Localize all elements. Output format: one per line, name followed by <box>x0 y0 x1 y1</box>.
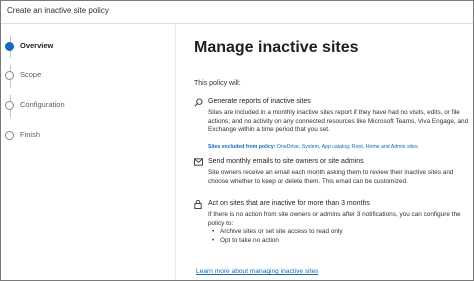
intro-text: This policy will: <box>194 80 241 87</box>
step-label: Configuration <box>20 100 65 109</box>
steps-nav: Overview Scope Configuration Finish <box>1 23 176 280</box>
feature-description: Sites are included in a monthly inactive… <box>208 109 469 134</box>
window-title: Create an inactive site policy <box>7 6 109 15</box>
learn-more-link[interactable]: Learn more about managing inactive sites <box>196 268 318 275</box>
exclusion-value: OneDrive, System, App catalog, Root, Hom… <box>275 144 420 150</box>
title-bar: Create an inactive site policy <box>1 1 473 24</box>
step-indicator-icon <box>5 42 14 51</box>
feature-title: Send monthly emails to site owners or si… <box>208 158 364 165</box>
exclusion-label: Sites excluded from policy: <box>208 144 276 150</box>
nav-divider <box>175 23 176 280</box>
policy-wizard-window: Create an inactive site policy Overview … <box>0 0 474 281</box>
list-item: Archive sites or set site access to read… <box>208 228 473 237</box>
step-label: Scope <box>20 70 42 79</box>
step-indicator-icon <box>5 101 14 110</box>
search-icon <box>194 98 204 108</box>
feature-body-text: If there is no action from site owners o… <box>208 211 461 227</box>
feature-description: If there is no action from site owners o… <box>208 211 473 245</box>
exclusion-note: Sites excluded from policy: OneDrive, Sy… <box>208 144 473 150</box>
feature-title: Generate reports of inactive sites <box>208 98 311 105</box>
action-options-list: Archive sites or set site access to read… <box>208 228 473 245</box>
feature-title: Act on sites that are inactive for more … <box>208 200 370 207</box>
page-title: Manage inactive sites <box>194 39 359 56</box>
mail-icon <box>194 158 204 168</box>
step-label: Finish <box>20 130 41 139</box>
step-indicator-icon <box>5 131 14 140</box>
list-item: Opt to take no action <box>208 237 473 246</box>
lock-icon <box>194 200 204 210</box>
feature-description: Site owners receive an email each month … <box>208 169 454 185</box>
step-indicator-icon <box>5 71 14 80</box>
step-label: Overview <box>20 41 54 50</box>
